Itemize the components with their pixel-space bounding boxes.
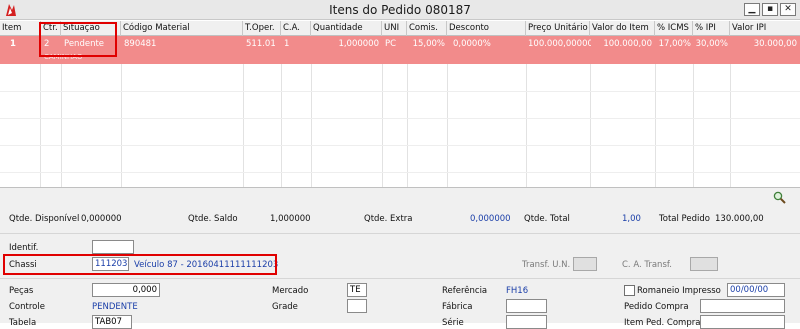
grid-line bbox=[40, 64, 41, 187]
cell-ipi: 30,00% bbox=[695, 39, 728, 49]
referencia-value: FH16 bbox=[506, 286, 529, 296]
grade-label: Grade bbox=[272, 302, 298, 312]
grid-line bbox=[655, 64, 656, 187]
fabrica-field[interactable] bbox=[506, 299, 547, 313]
highlight-box-situacao bbox=[39, 22, 117, 57]
grid-line bbox=[382, 64, 383, 187]
cell-item: 1 bbox=[10, 39, 16, 49]
divider bbox=[0, 278, 800, 279]
col-header-desconto[interactable]: Desconto bbox=[447, 21, 526, 36]
transf-un-field bbox=[573, 257, 597, 271]
ca-transf-label: C. A. Transf. bbox=[622, 260, 672, 270]
cell-desconto: 0,0000% bbox=[453, 39, 491, 49]
qtde-disponivel-label: Qtde. Disponível bbox=[9, 214, 80, 224]
grid-line bbox=[0, 118, 800, 119]
title-bar: Itens do Pedido 080187 ▁ ▪ ✕ bbox=[0, 0, 800, 20]
window-title: Itens do Pedido 080187 bbox=[329, 3, 471, 17]
highlight-box-chassi bbox=[3, 254, 277, 275]
pedido-compra-field[interactable] bbox=[700, 299, 785, 313]
mercado-field[interactable]: TE bbox=[347, 283, 367, 297]
col-header-codigo-material[interactable]: Código Material bbox=[121, 21, 243, 36]
col-header-t-oper[interactable]: T.Oper. bbox=[243, 21, 281, 36]
col-header-ipi[interactable]: % IPI bbox=[693, 21, 730, 36]
cell-comis: 15,00% bbox=[412, 39, 445, 49]
col-header-preco-unitario[interactable]: Preço Unitário bbox=[526, 21, 590, 36]
zoom-icon[interactable] bbox=[773, 191, 786, 204]
tabela-label: Tabela bbox=[9, 318, 37, 328]
romaneio-checkbox[interactable] bbox=[624, 285, 635, 296]
cell-t-oper: 511.01 bbox=[246, 39, 276, 49]
qtde-saldo-value: 1,000000 bbox=[270, 214, 311, 224]
items-grid[interactable]: Item Ctr. Situação Código Material T.Ope… bbox=[0, 21, 800, 187]
total-pedido-value: 130.000,00 bbox=[715, 214, 764, 224]
controle-value: PENDENTE bbox=[92, 302, 138, 312]
col-header-quantidade[interactable]: Quantidade bbox=[311, 21, 382, 36]
qtde-extra-label: Qtde. Extra bbox=[364, 214, 413, 224]
qtde-disponivel-value: 0,000000 bbox=[81, 214, 122, 224]
total-pedido-label: Total Pedido bbox=[659, 214, 710, 224]
tabela-field[interactable]: TAB07 bbox=[92, 315, 132, 329]
col-header-uni[interactable]: UNI bbox=[382, 21, 407, 36]
qtde-total-label: Qtde. Total bbox=[524, 214, 570, 224]
ca-transf-field bbox=[690, 257, 718, 271]
cell-valor-item: 100.000,00 bbox=[603, 39, 652, 49]
pedido-compra-label: Pedido Compra bbox=[624, 302, 689, 312]
grade-field[interactable] bbox=[347, 299, 367, 313]
col-header-valor-ipi[interactable]: Valor IPI bbox=[730, 21, 800, 36]
serie-field[interactable] bbox=[506, 315, 547, 329]
col-header-comis[interactable]: Comis. bbox=[407, 21, 447, 36]
grid-line bbox=[61, 64, 62, 187]
grid-line bbox=[0, 91, 800, 92]
serie-label: Série bbox=[442, 318, 464, 328]
mercado-label: Mercado bbox=[272, 286, 309, 296]
col-header-item[interactable]: Item bbox=[0, 21, 41, 36]
cell-codigo-material: 890481 bbox=[124, 39, 157, 49]
transf-un-label: Transf. U.N. bbox=[522, 260, 571, 270]
grid-line bbox=[311, 64, 312, 187]
cell-preco-unitario: 100.000,00000 bbox=[528, 39, 591, 49]
grid-header: Item Ctr. Situação Código Material T.Ope… bbox=[0, 21, 800, 36]
referencia-label: Referência bbox=[442, 286, 488, 296]
grid-line bbox=[590, 64, 591, 187]
pecas-field[interactable]: 0,000 bbox=[92, 283, 160, 297]
qtde-extra-value: 0,000000 bbox=[470, 214, 511, 224]
col-header-ca[interactable]: C.A. bbox=[281, 21, 311, 36]
grid-line bbox=[447, 64, 448, 187]
grid-line bbox=[0, 145, 800, 146]
romaneio-date-field[interactable]: 00/00/00 bbox=[727, 283, 785, 297]
romaneio-label: Romaneio Impresso bbox=[637, 286, 721, 296]
table-row[interactable]: 1 2 Pendente 890481 511.01 1 1,000000 PC… bbox=[0, 36, 800, 64]
grid-line bbox=[693, 64, 694, 187]
close-icon[interactable]: ✕ bbox=[780, 3, 796, 16]
controle-label: Controle bbox=[9, 302, 45, 312]
qtde-total-value: 1,00 bbox=[622, 214, 641, 224]
item-ped-compra-label: Item Ped. Compra bbox=[624, 318, 701, 328]
grid-line bbox=[243, 64, 244, 187]
maximize-icon[interactable]: ▪ bbox=[762, 3, 778, 16]
cell-quantidade: 1,000000 bbox=[338, 39, 379, 49]
grid-line bbox=[281, 64, 282, 187]
grid-line bbox=[121, 64, 122, 187]
identif-field[interactable] bbox=[92, 240, 134, 254]
grid-line bbox=[407, 64, 408, 187]
grid-line bbox=[730, 64, 731, 187]
cell-ca: 1 bbox=[284, 39, 290, 49]
cell-valor-ipi: 30.000,00 bbox=[753, 39, 797, 49]
divider bbox=[0, 233, 800, 234]
identif-label: Identif. bbox=[9, 243, 39, 253]
cell-icms: 17,00% bbox=[658, 39, 691, 49]
cell-uni: PC bbox=[385, 39, 397, 49]
fabrica-label: Fábrica bbox=[442, 302, 473, 312]
minimize-icon[interactable]: ▁ bbox=[744, 3, 760, 16]
col-header-valor-item[interactable]: Valor do Item bbox=[590, 21, 655, 36]
grid-line bbox=[0, 172, 800, 173]
grid-line bbox=[526, 64, 527, 187]
col-header-icms[interactable]: % ICMS bbox=[655, 21, 693, 36]
qtde-saldo-label: Qtde. Saldo bbox=[188, 214, 238, 224]
item-ped-compra-field[interactable] bbox=[700, 315, 785, 329]
pecas-label: Peças bbox=[9, 286, 34, 296]
